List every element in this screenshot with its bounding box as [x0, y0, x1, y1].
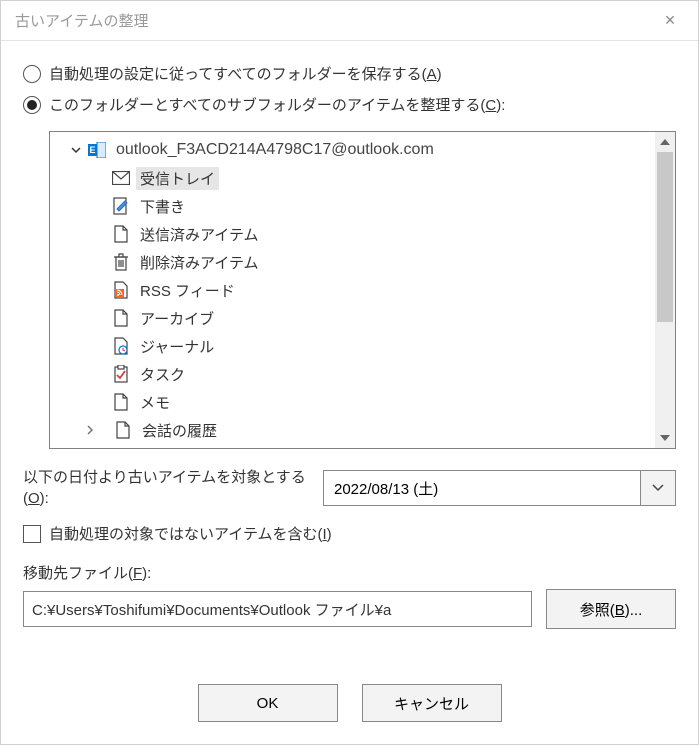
- ok-button[interactable]: OK: [198, 684, 338, 722]
- tree-item-journal[interactable]: ジャーナル: [50, 332, 655, 360]
- tree-item-inbox[interactable]: 受信トレイ: [50, 164, 655, 192]
- tree-root[interactable]: E outlook_F3ACD214A4798C17@outlook.com: [50, 136, 655, 164]
- mail-icon: [110, 168, 132, 188]
- journal-icon: [110, 336, 132, 356]
- scroll-thumb[interactable]: [657, 152, 673, 322]
- include-label: 自動処理の対象ではないアイテムを含む(I): [49, 523, 332, 544]
- tree-item-conversation-history[interactable]: 会話の履歴: [50, 416, 655, 444]
- tree-scrollbar[interactable]: [655, 132, 675, 448]
- tree-label: 送信済みアイテム: [136, 223, 263, 246]
- tree-item-sent[interactable]: 送信済みアイテム: [50, 220, 655, 248]
- folder-icon: [110, 392, 132, 412]
- radio-archive-folder[interactable]: このフォルダーとすべてのサブフォルダーのアイテムを整理する(C):: [23, 94, 676, 115]
- include-checkbox-row[interactable]: 自動処理の対象ではないアイテムを含む(I): [23, 523, 676, 544]
- titlebar: 古いアイテムの整理 ×: [1, 1, 698, 41]
- folder-tree[interactable]: E outlook_F3ACD214A4798C17@outlook.com 受…: [49, 131, 676, 449]
- chevron-down-icon: [652, 484, 664, 492]
- folder-icon: [110, 308, 132, 328]
- tree-label: メモ: [136, 391, 174, 414]
- tree-label: 受信トレイ: [136, 167, 219, 190]
- date-dropdown-button[interactable]: [640, 470, 676, 506]
- file-row: C:¥Users¥Toshifumi¥Documents¥Outlook ファイ…: [23, 589, 676, 629]
- close-button[interactable]: ×: [650, 2, 690, 40]
- tree-item-rss[interactable]: RSS フィード: [50, 276, 655, 304]
- close-icon: ×: [665, 10, 676, 31]
- tree-label: 削除済みアイテム: [136, 251, 263, 274]
- chevron-down-icon[interactable]: [68, 145, 84, 155]
- date-input[interactable]: [323, 470, 640, 506]
- tree-item-archive[interactable]: アーカイブ: [50, 304, 655, 332]
- tree-root-label: outlook_F3ACD214A4798C17@outlook.com: [112, 140, 438, 160]
- tree-list: E outlook_F3ACD214A4798C17@outlook.com 受…: [50, 132, 655, 448]
- radio-icon: [23, 96, 41, 114]
- tree-item-deleted[interactable]: 削除済みアイテム: [50, 248, 655, 276]
- tree-label: RSS フィード: [136, 279, 239, 302]
- scroll-down-icon[interactable]: [655, 428, 675, 448]
- file-path-input[interactable]: C:¥Users¥Toshifumi¥Documents¥Outlook ファイ…: [23, 591, 532, 627]
- archive-dialog: 古いアイテムの整理 × 自動処理の設定に従ってすべてのフォルダーを保存する(A)…: [0, 0, 699, 745]
- date-section: 以下の日付より古いアイテムを対象とする(O):: [23, 467, 676, 509]
- date-label: 以下の日付より古いアイテムを対象とする(O):: [23, 467, 323, 509]
- dialog-body: 自動処理の設定に従ってすべてのフォルダーを保存する(A) このフォルダーとすべて…: [1, 41, 698, 668]
- tree-label: タスク: [136, 363, 189, 386]
- tree-item-tasks[interactable]: タスク: [50, 360, 655, 388]
- button-bar: OK キャンセル: [1, 668, 698, 744]
- date-field: [323, 470, 676, 506]
- checkbox-icon: [23, 525, 41, 543]
- window-title: 古いアイテムの整理: [15, 10, 650, 31]
- browse-button[interactable]: 参照(B)...: [546, 589, 676, 629]
- draft-icon: [110, 196, 132, 216]
- file-label: 移動先ファイル(F):: [23, 562, 676, 583]
- folder-icon: [110, 224, 132, 244]
- file-section: 移動先ファイル(F): C:¥Users¥Toshifumi¥Documents…: [23, 562, 676, 629]
- outlook-account-icon: E: [86, 140, 108, 160]
- tree-label: 会話の履歴: [138, 419, 221, 442]
- folder-icon: [112, 420, 134, 440]
- radio-archive-all[interactable]: 自動処理の設定に従ってすべてのフォルダーを保存する(A): [23, 63, 676, 84]
- chevron-right-icon[interactable]: [82, 425, 98, 435]
- tree-item-notes[interactable]: メモ: [50, 388, 655, 416]
- radio-icon: [23, 65, 41, 83]
- tree-label: アーカイブ: [136, 307, 218, 330]
- tree-label: 下書き: [136, 195, 189, 218]
- radio-label: このフォルダーとすべてのサブフォルダーのアイテムを整理する(C):: [49, 94, 505, 115]
- scroll-up-icon[interactable]: [655, 132, 675, 152]
- tree-item-drafts[interactable]: 下書き: [50, 192, 655, 220]
- svg-text:E: E: [89, 145, 95, 155]
- radio-label: 自動処理の設定に従ってすべてのフォルダーを保存する(A): [49, 63, 442, 84]
- rss-icon: [110, 280, 132, 300]
- tree-label: ジャーナル: [136, 335, 218, 358]
- trash-icon: [110, 252, 132, 272]
- task-icon: [110, 364, 132, 384]
- cancel-button[interactable]: キャンセル: [362, 684, 502, 722]
